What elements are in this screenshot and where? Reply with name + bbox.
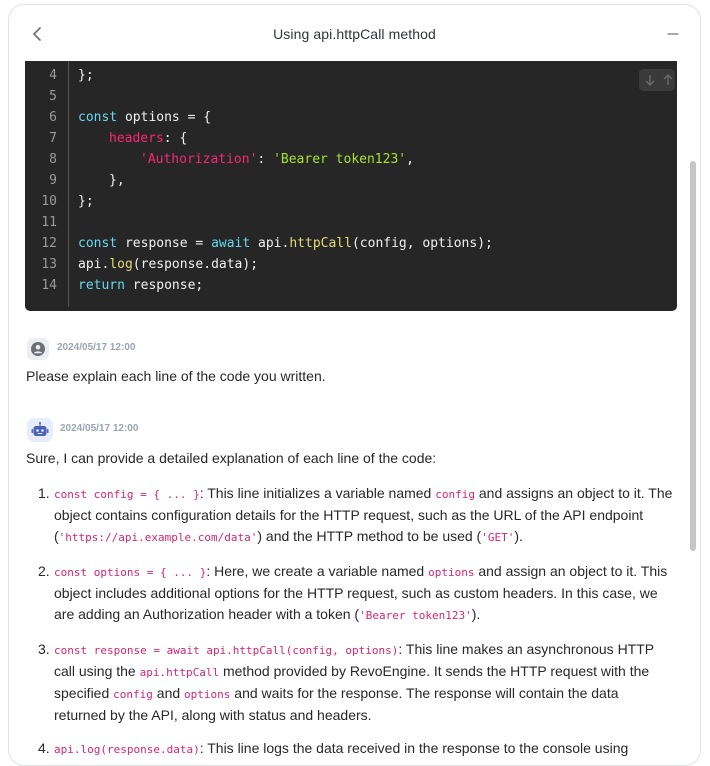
bot-avatar: [27, 418, 53, 442]
code-line: const response = await api.httpCall(conf…: [78, 236, 493, 251]
code-line: 'Authorization': 'Bearer token123',: [140, 152, 414, 167]
code-block: 4 5 6 7 8 9 10 11 12 13 14 }; const opti…: [25, 61, 677, 311]
panel-header: Using api.httpCall method: [9, 5, 700, 63]
line-number: 12: [41, 236, 57, 251]
list-number: 1.: [38, 485, 50, 501]
line-number: 13: [41, 257, 57, 272]
chat-panel: Using api.httpCall method 4 5 6 7 8 9 10…: [8, 4, 701, 766]
line-number: 14: [41, 278, 57, 293]
line-number: 8: [49, 152, 57, 167]
scrollbar-thumb[interactable]: [690, 161, 696, 551]
code-line: return response;: [78, 278, 204, 293]
user-message: Please explain each line of the code you…: [26, 368, 326, 384]
bot-timestamp: 2024/05/17 12:00: [60, 423, 139, 434]
line-number: 5: [49, 89, 57, 104]
code-line: headers: {: [109, 131, 188, 146]
line-number: 9: [49, 173, 57, 188]
code-line: const options = {: [78, 110, 212, 125]
code-line: };: [78, 68, 94, 83]
list-number: 3.: [38, 641, 50, 657]
line-number: 4: [49, 68, 57, 83]
code-scroll-controls[interactable]: [639, 69, 675, 91]
bot-intro: Sure, I can provide a detailed explanati…: [26, 450, 437, 466]
back-arrow-icon[interactable]: [27, 23, 49, 45]
user-avatar: [27, 338, 49, 360]
code-gutter-divider: [68, 61, 69, 307]
line-number: 6: [49, 110, 57, 125]
list-number: 2.: [38, 563, 50, 579]
line-number: 7: [49, 131, 57, 146]
code-line: api.log(response.data);: [78, 257, 259, 272]
code-line: };: [78, 194, 94, 209]
list-number: 4.: [38, 740, 50, 756]
robot-icon: [31, 422, 49, 436]
line-number: 11: [41, 215, 57, 230]
user-icon: [31, 342, 45, 356]
user-timestamp: 2024/05/17 12:00: [57, 342, 136, 353]
code-line: },: [109, 173, 125, 188]
line-number: 10: [41, 194, 57, 209]
panel-title: Using api.httpCall method: [273, 26, 436, 42]
minimize-icon[interactable]: [664, 25, 682, 43]
